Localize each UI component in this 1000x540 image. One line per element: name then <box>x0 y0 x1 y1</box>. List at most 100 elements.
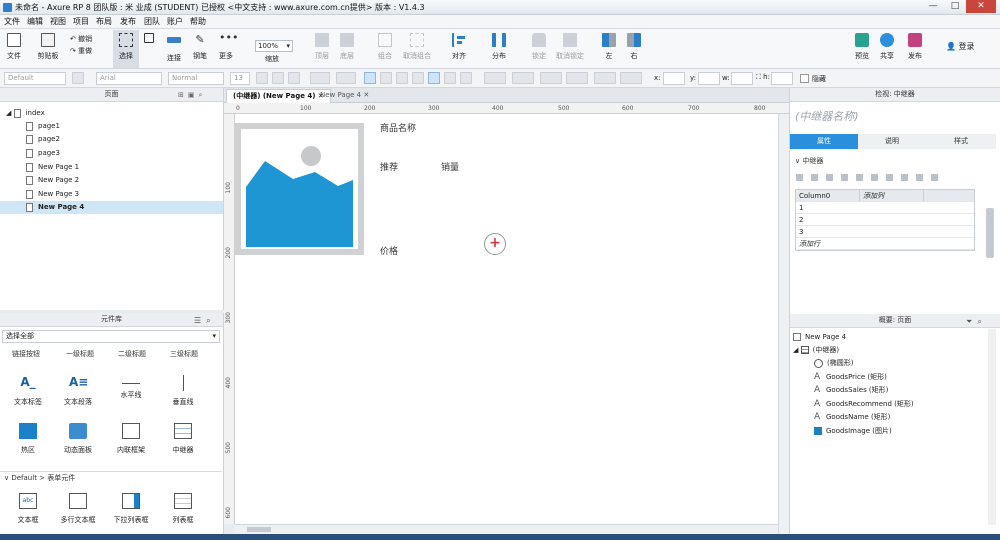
page-item[interactable]: page1 <box>0 120 223 133</box>
grid-row[interactable]: 3 <box>796 226 974 238</box>
hidden-checkbox[interactable] <box>800 74 809 83</box>
goods-sales-text[interactable]: 销量 <box>441 160 459 173</box>
page-root[interactable]: ◢ index <box>0 107 223 120</box>
search-icon[interactable]: ⌕ <box>977 317 986 326</box>
repeater-name-input[interactable]: (中继器名称) <box>795 108 859 124</box>
widget-horizontal-line[interactable]: 水平线 <box>103 375 159 400</box>
add-page-icon[interactable]: ⊞ <box>178 91 188 99</box>
close-button[interactable]: ✕ <box>966 0 996 13</box>
x-input[interactable] <box>663 72 685 85</box>
widget-inline-frame[interactable]: 内联框架 <box>103 423 159 455</box>
border-width-button[interactable] <box>512 72 534 84</box>
font-size-select[interactable]: 13 <box>230 72 250 85</box>
outline-scrollbar[interactable] <box>988 329 996 525</box>
menu-layout[interactable]: 布局 <box>96 16 112 27</box>
goods-price-text[interactable]: 价格 <box>380 244 398 257</box>
menu-icon[interactable]: ☰ <box>194 316 206 325</box>
close-icon[interactable]: ✕ <box>363 91 369 99</box>
widget-vertical-line[interactable]: 垂直线 <box>155 375 211 407</box>
send-bottom-button[interactable]: 底层 <box>336 30 358 68</box>
border-color-button[interactable] <box>484 72 506 84</box>
minimize-button[interactable]: — <box>924 0 942 13</box>
page-item[interactable]: page2 <box>0 133 223 146</box>
undo-button[interactable]: ↶ 撤销 <box>70 34 92 44</box>
shadow-button[interactable] <box>594 72 616 84</box>
inspector-scroll-thumb[interactable] <box>986 208 994 258</box>
goods-name-text[interactable]: 商品名称 <box>380 121 416 134</box>
underline-button[interactable] <box>288 72 300 84</box>
add-column-button[interactable]: 添加列 <box>860 190 924 202</box>
horizontal-scrollbar[interactable] <box>235 524 778 534</box>
redo-button[interactable]: ↷ 重做 <box>70 46 92 56</box>
align-button[interactable]: 对齐 <box>446 30 472 68</box>
grid-row[interactable]: 2 <box>796 214 974 226</box>
preview-button[interactable]: 预览 <box>851 30 873 68</box>
page-item[interactable]: page3 <box>0 147 223 160</box>
valign-bottom-button[interactable] <box>460 72 472 84</box>
add-row-button[interactable]: 添加行 <box>796 238 974 250</box>
widget-hotspot[interactable]: 热区 <box>0 423 56 455</box>
goods-image[interactable] <box>235 123 364 255</box>
grid-row[interactable]: 1 <box>796 202 974 214</box>
arrow-style-button[interactable] <box>566 72 588 84</box>
unlock-button[interactable]: 取消锁定 <box>553 30 587 68</box>
widget-list-box[interactable]: 列表框 <box>155 493 211 525</box>
outline-item[interactable]: A GoodsRecommend (矩形) <box>814 398 914 411</box>
outline-item[interactable]: A GoodsName (矩形) <box>814 411 890 424</box>
tab-notes[interactable]: 说明 <box>858 134 926 149</box>
group-button[interactable]: 组合 <box>374 30 396 68</box>
y-input[interactable] <box>698 72 720 85</box>
align-text-right-button[interactable] <box>396 72 408 84</box>
menu-account[interactable]: 账户 <box>167 16 183 27</box>
widget-text-field[interactable]: abc 文本框 <box>0 493 56 525</box>
align-right-button[interactable]: 右 <box>624 30 644 68</box>
menu-help[interactable]: 帮助 <box>190 16 206 27</box>
menu-project[interactable]: 项目 <box>73 16 89 27</box>
style-select[interactable]: Default <box>4 72 66 85</box>
outline-item[interactable]: GoodsImage (图片) <box>814 425 892 438</box>
w-input[interactable] <box>731 72 753 85</box>
justify-button[interactable] <box>412 72 424 84</box>
menu-file[interactable]: 文件 <box>4 16 20 27</box>
add-ellipse[interactable]: + <box>484 233 506 255</box>
align-text-left-button[interactable] <box>364 72 376 84</box>
filter-icon[interactable]: ⏷ <box>966 317 977 326</box>
search-icon[interactable]: ⌕ <box>199 91 207 99</box>
more-tools-button[interactable]: ••• 更多 <box>214 30 238 68</box>
lock-button[interactable]: 锁定 <box>528 30 550 68</box>
widget-heading1[interactable]: 一级标题 <box>66 349 94 359</box>
outline-repeater[interactable]: ◢ (中继器) <box>793 344 839 357</box>
ungroup-button[interactable]: 取消组合 <box>400 30 434 68</box>
search-icon[interactable]: ⌕ <box>206 316 215 325</box>
widget-droplist[interactable]: 下拉列表框 <box>103 493 159 525</box>
repeater-section[interactable]: ∨ 中继器 <box>795 156 823 166</box>
menu-publish[interactable]: 发布 <box>120 16 136 27</box>
widget-paragraph[interactable]: A≡ 文本段落 <box>50 375 106 407</box>
opacity-button[interactable] <box>620 72 642 84</box>
collapse-icon[interactable]: ◢ <box>6 109 14 117</box>
select-tool-button[interactable]: 选择 <box>113 30 139 68</box>
font-color-button[interactable] <box>310 72 330 84</box>
scroll-thumb[interactable] <box>247 527 271 532</box>
menu-edit[interactable]: 编辑 <box>27 16 43 27</box>
design-canvas[interactable]: 商品名称 推荐 销量 价格 + <box>235 114 778 524</box>
bold-button[interactable] <box>256 72 268 84</box>
outline-item[interactable]: (椭圆形) <box>814 357 853 370</box>
pen-tool-button[interactable]: ✎ 钢笔 <box>189 30 211 68</box>
clipboard-button[interactable]: 剪贴板 <box>33 30 63 68</box>
fill-color-button[interactable] <box>336 72 356 84</box>
outline-item[interactable]: A GoodsSales (矩形) <box>814 384 888 397</box>
tab-new-page-4[interactable]: New Page 4 ✕ <box>314 89 375 103</box>
widget-repeater[interactable]: 中继器 <box>155 423 211 455</box>
outline-item[interactable]: A GoodsPrice (矩形) <box>814 371 887 384</box>
connect-tool-button[interactable]: 连接 <box>163 30 185 68</box>
repeater-data-toolbar[interactable] <box>796 174 946 181</box>
bring-top-button[interactable]: 顶层 <box>311 30 333 68</box>
column-header[interactable]: Column0 <box>796 190 860 202</box>
font-family-select[interactable]: Arial <box>96 72 162 85</box>
library-section-form[interactable]: ∨ Default > 表单元件 <box>0 471 222 484</box>
valign-middle-button[interactable] <box>444 72 456 84</box>
tab-properties[interactable]: 属性 <box>790 134 858 149</box>
goods-recommend-text[interactable]: 推荐 <box>380 160 398 173</box>
border-style-button[interactable] <box>540 72 562 84</box>
